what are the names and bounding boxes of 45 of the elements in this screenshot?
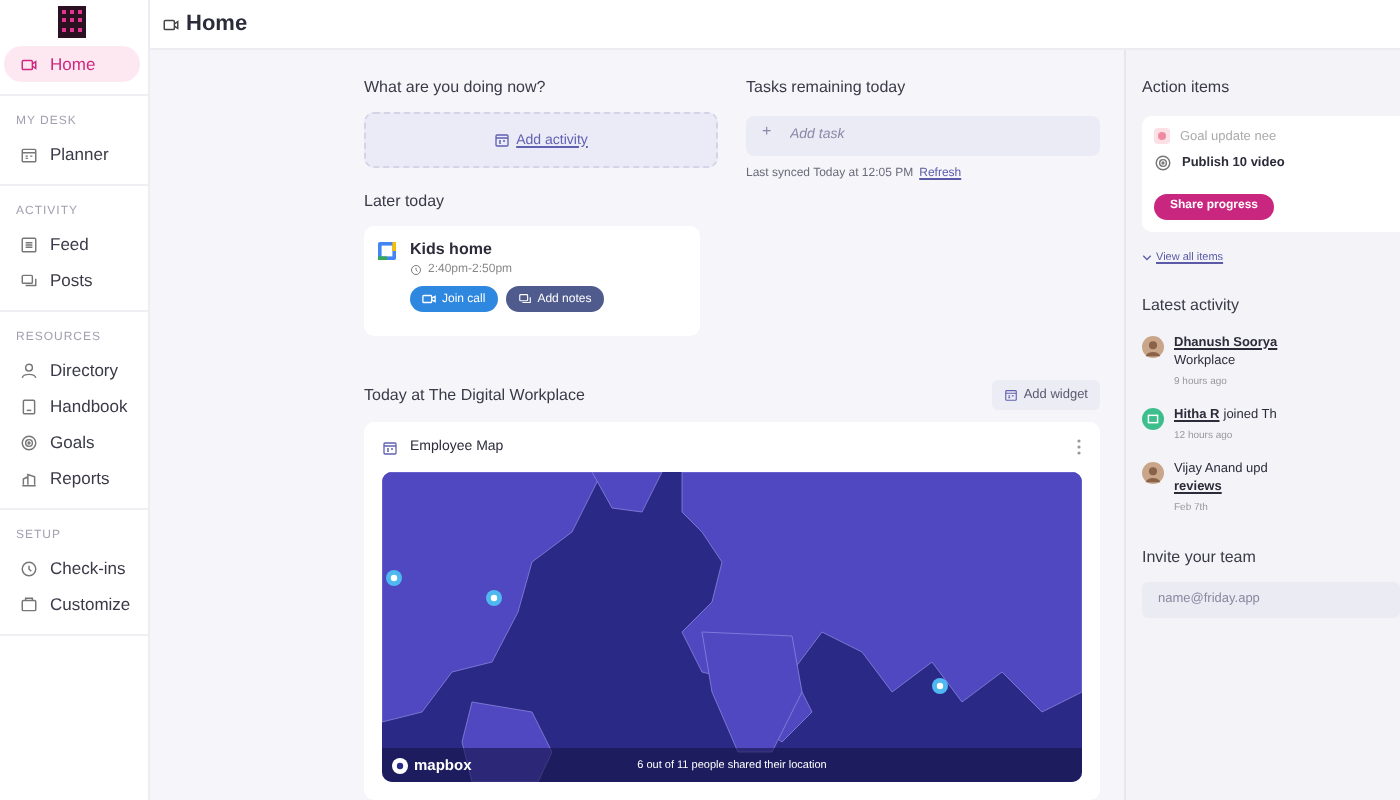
plus-icon: +	[762, 122, 772, 140]
map-logo-icon	[392, 757, 408, 773]
list-icon	[20, 235, 38, 253]
location-pin[interactable]	[386, 570, 402, 586]
chat-icon	[20, 271, 38, 289]
nav-item[interactable]: Reports	[4, 460, 140, 496]
avatar	[1142, 335, 1164, 357]
location-pin[interactable]	[932, 678, 948, 694]
nav-item[interactable]: Customize	[4, 586, 140, 622]
calendar-icon	[20, 145, 38, 163]
event-title: Kids home	[410, 240, 494, 258]
section-title: Today at The Digital Workplace	[364, 386, 585, 404]
clock-icon	[20, 559, 38, 577]
location-pin[interactable]	[486, 590, 502, 606]
app-logo[interactable]	[58, 6, 86, 38]
video-icon	[422, 292, 436, 306]
nav-item[interactable]: Home	[4, 46, 140, 82]
nav-item[interactable]: Handbook	[4, 388, 140, 424]
calendar-app-icon	[378, 242, 396, 260]
nav-item[interactable]: Planner	[4, 136, 140, 172]
nav-item[interactable]: Directory	[4, 352, 140, 388]
avatar	[1142, 461, 1164, 483]
calendar-icon	[382, 439, 398, 455]
section-title: Latest activity	[1142, 295, 1241, 313]
nav-item[interactable]: Goals	[4, 424, 140, 460]
calendar-icon	[1003, 388, 1018, 402]
section-title: Tasks remaining today	[746, 78, 908, 96]
nav-item[interactable]: Posts	[4, 262, 140, 298]
calendar-icon	[494, 132, 511, 148]
nav-item[interactable]: Check-ins	[4, 550, 140, 586]
target-icon	[20, 433, 38, 451]
chevron-icon	[1142, 252, 1152, 262]
target-icon	[1154, 154, 1172, 172]
page-title: Home	[186, 12, 248, 36]
section-title: Later today	[364, 192, 447, 210]
section-title: Invite your team	[1142, 547, 1258, 565]
nav-item[interactable]: Feed	[4, 226, 140, 262]
section-title: Action items	[1142, 78, 1232, 96]
section-title: What are you doing now?	[364, 78, 548, 96]
more-icon[interactable]	[1076, 438, 1082, 456]
goal-icon	[1154, 128, 1170, 144]
avatar-icon	[1142, 407, 1164, 429]
chat-icon	[517, 292, 532, 306]
person-icon	[20, 361, 38, 379]
clock-icon	[410, 264, 422, 276]
